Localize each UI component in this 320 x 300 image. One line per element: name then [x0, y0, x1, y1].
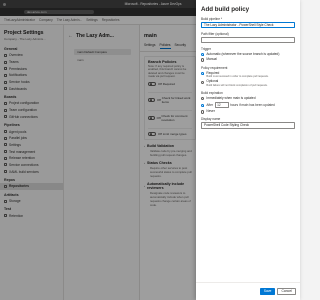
save-button[interactable]: Save: [259, 288, 276, 295]
radio-checked[interactable]: [201, 52, 205, 57]
trigger-label: Trigger: [201, 46, 211, 51]
display-name-input[interactable]: PowerShell Code Styling Check: [201, 122, 295, 129]
radio-unchecked[interactable]: [201, 96, 205, 101]
trigger-option-automatic[interactable]: Automatic (whenever the source branch is…: [196, 52, 300, 57]
radio-unchecked[interactable]: [201, 80, 205, 84]
radio-label-group: Optional Build failure will not block co…: [206, 79, 268, 88]
build-pipeline-select[interactable]: The Lazy Administrator - PowerShell Styl…: [201, 21, 295, 28]
trigger-option-manual[interactable]: Manual: [196, 57, 300, 62]
radio-unchecked[interactable]: [201, 110, 205, 114]
expiration-hours-input[interactable]: 12: [214, 102, 229, 108]
radio-unchecked[interactable]: [201, 58, 205, 62]
policy-requirement-label: Policy requirement: [201, 65, 228, 70]
panel-footer: Save Cancel: [196, 282, 300, 300]
build-expiration-label: Build expiration: [201, 90, 223, 95]
expiration-option-never[interactable]: Never: [196, 109, 300, 114]
expiration-option-immediately[interactable]: Immediately when main is updated: [196, 96, 300, 101]
panel-title: Add build policy: [201, 6, 250, 13]
requirement-option-required[interactable]: Required Build must succeed in order to …: [196, 70, 300, 79]
path-filter-label: Path filter (optional): [201, 31, 229, 36]
expiration-option-after[interactable]: After 12 hours if main has been updated: [196, 102, 300, 108]
build-pipeline-label: Build pipeline *: [201, 16, 223, 21]
radio-checked[interactable]: [201, 103, 205, 108]
add-build-policy-panel: Add build policy Build pipeline * The La…: [196, 0, 300, 300]
requirement-option-optional[interactable]: Optional Build failure will not block co…: [196, 80, 300, 87]
radio-checked[interactable]: [201, 71, 205, 76]
cancel-button[interactable]: Cancel: [277, 288, 296, 295]
radio-label-group: Required Build must succeed in order to …: [206, 70, 269, 79]
url-field[interactable]: dev.azure.com: [24, 9, 94, 15]
path-filter-input[interactable]: [201, 36, 295, 43]
display-name-label: Display name: [201, 117, 221, 122]
